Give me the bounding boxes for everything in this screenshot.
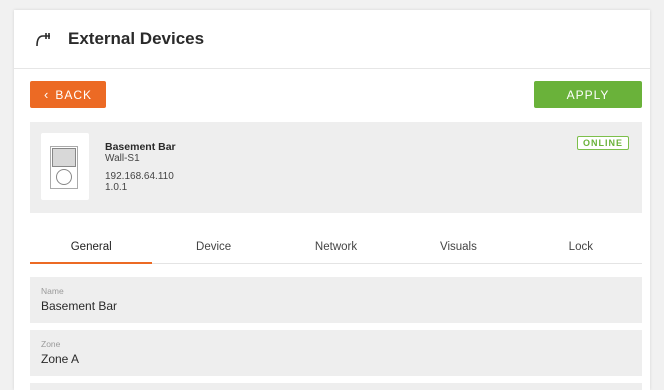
zone-field-label: Zone (41, 339, 61, 349)
tab-general[interactable]: General (30, 235, 153, 264)
device-screen-shape (52, 148, 76, 167)
tab-visuals[interactable]: Visuals (397, 235, 519, 263)
device-thumbnail (41, 133, 89, 200)
device-button-shape (56, 169, 72, 185)
zone-field-value: Zone A (41, 352, 80, 366)
action-bar: ‹ BACK APPLY (14, 69, 650, 121)
device-name: Basement Bar (105, 141, 176, 153)
name-field-label: Name (41, 286, 64, 296)
page-header: External Devices (14, 10, 650, 69)
status-badge: ONLINE (576, 136, 629, 150)
tab-lock[interactable]: Lock (520, 235, 642, 263)
back-button[interactable]: ‹ BACK (30, 81, 106, 108)
settings-tabs: General Device Network Visuals Lock (30, 235, 642, 264)
tab-device[interactable]: Device (152, 235, 274, 263)
device-info: Basement Bar Wall-S1 192.168.64.110 1.0.… (105, 141, 176, 194)
next-field-partial[interactable] (30, 383, 642, 390)
back-button-label: BACK (55, 87, 93, 102)
device-model: Wall-S1 (105, 153, 140, 164)
zone-field[interactable]: Zone Zone A (30, 330, 642, 376)
page-title: External Devices (68, 29, 205, 48)
name-field-value: Basement Bar (41, 299, 118, 313)
device-ip: 192.168.64.110 (105, 171, 174, 182)
device-summary-panel: Basement Bar Wall-S1 192.168.64.110 1.0.… (30, 122, 642, 213)
apply-button[interactable]: APPLY (534, 81, 642, 108)
device-settings-card: External Devices ‹ BACK APPLY Basement B… (14, 10, 650, 390)
name-field[interactable]: Name Basement Bar (30, 277, 642, 323)
chevron-left-icon: ‹ (43, 87, 50, 102)
tab-network[interactable]: Network (275, 235, 397, 263)
external-device-icon (34, 29, 54, 49)
device-version: 1.0.1 (105, 182, 128, 193)
